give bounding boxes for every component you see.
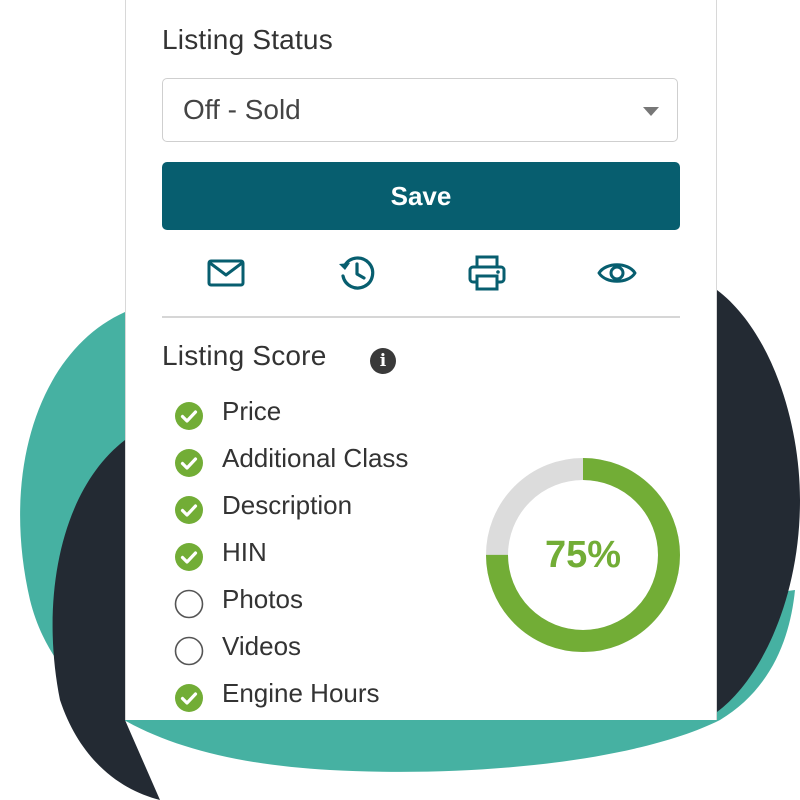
score-item-label: Additional Class — [222, 443, 409, 473]
check-circle-icon — [175, 496, 203, 524]
history-icon — [339, 256, 375, 290]
score-item-label: HIN — [222, 537, 267, 567]
listing-panel: Listing Status Off - Sold Save Listing S… — [125, 0, 717, 720]
eye-icon — [597, 263, 637, 283]
empty-circle-icon — [174, 636, 204, 666]
check-circle-icon — [175, 543, 203, 571]
chevron-down-icon — [643, 107, 659, 116]
check-circle-icon — [175, 402, 203, 430]
divider — [162, 316, 680, 318]
check-circle-icon — [175, 449, 203, 477]
print-button[interactable] — [464, 250, 510, 296]
email-button[interactable] — [203, 250, 249, 296]
info-icon[interactable]: i — [370, 348, 396, 374]
empty-circle-icon — [174, 589, 204, 619]
listing-status-title: Listing Status — [162, 24, 333, 55]
save-button[interactable]: Save — [162, 162, 680, 230]
score-item-label: Description — [222, 490, 353, 520]
listing-score-title: Listing Score — [162, 340, 327, 371]
preview-button[interactable] — [594, 250, 640, 296]
score-item-label: Engine Hours — [222, 678, 380, 708]
score-item-label: Price — [222, 396, 282, 426]
check-circle-icon — [175, 684, 203, 712]
print-icon — [468, 255, 506, 291]
score-donut-chart: 75% — [484, 456, 682, 654]
score-percent: 75% — [544, 533, 622, 576]
mail-icon — [207, 259, 245, 287]
score-item-label: Photos — [222, 584, 303, 614]
history-button[interactable] — [334, 250, 380, 296]
listing-status-value: Off - Sold — [183, 94, 301, 125]
listing-status-select[interactable]: Off - Sold — [162, 78, 678, 142]
action-toolbar — [126, 250, 716, 296]
score-item-label: Videos — [222, 631, 302, 661]
